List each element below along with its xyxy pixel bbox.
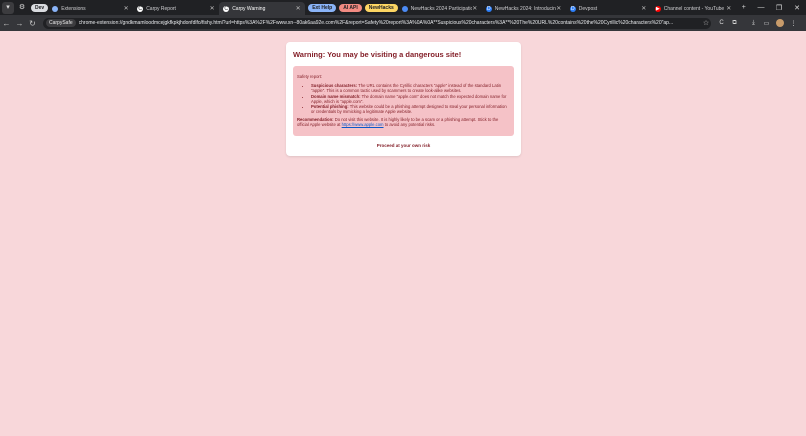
maximize-icon[interactable]: ❐	[770, 4, 788, 12]
profile-avatar[interactable]	[776, 19, 784, 27]
tab-extensions[interactable]: Extensions ✕	[48, 2, 133, 15]
carpy-extension-icon[interactable]: C	[715, 20, 728, 26]
reload-icon[interactable]: ↻	[26, 19, 39, 28]
tab-youtube-studio[interactable]: ▶ Channel content - YouTube Stu ✕	[651, 2, 736, 15]
close-icon[interactable]: ✕	[209, 5, 215, 12]
tab-group-ai-api[interactable]: AI API	[339, 3, 362, 12]
doc-icon	[401, 5, 408, 12]
url-text[interactable]: chrome-extension://gndkmamloodmcejgkfkpk…	[79, 20, 701, 26]
warning-title: Warning: You may be visiting a dangerous…	[293, 50, 462, 59]
warning-card: Warning: You may be visiting a dangerous…	[286, 42, 521, 156]
back-icon[interactable]: ←	[0, 19, 13, 28]
bookmark-star-icon[interactable]: ☆	[701, 19, 711, 27]
tab-search-icon[interactable]: ▾	[2, 1, 14, 14]
carpy-icon: C	[223, 5, 230, 12]
new-tab-button[interactable]: +	[738, 2, 750, 14]
close-icon[interactable]: ✕	[472, 5, 478, 12]
tab-group-ext-help[interactable]: Ext Help	[308, 3, 337, 12]
settings-icon[interactable]: ⚙	[16, 2, 28, 14]
youtube-icon: ▶	[654, 5, 661, 12]
address-bar[interactable]: CarpySafe chrome-extension://gndkmamlood…	[43, 17, 711, 29]
forward-icon[interactable]: →	[13, 19, 26, 28]
minimize-icon[interactable]: —	[752, 4, 770, 11]
extension-origin-chip[interactable]: CarpySafe	[46, 19, 76, 27]
tab-newhacks-participation[interactable]: NewHacks 2024 Participation ✕	[398, 2, 482, 15]
recommendation: Recommendation: Do not visit this websit…	[297, 117, 499, 127]
window-close-icon[interactable]: ✕	[788, 4, 806, 12]
tab-strip: ▾ ⚙ Dev Extensions ✕ C Carpy Report ✕ C …	[0, 0, 806, 15]
tab-devpost[interactable]: D Devpost ✕	[566, 2, 651, 15]
proceed-link[interactable]: Proceed at your own risk	[286, 143, 521, 148]
extensions-puzzle-icon[interactable]: ⧉	[728, 20, 741, 27]
close-icon[interactable]: ✕	[726, 5, 732, 12]
tab-carpy-report[interactable]: C Carpy Report ✕	[133, 2, 219, 15]
devpost-icon: D	[485, 5, 492, 12]
puzzle-icon	[52, 5, 59, 12]
download-icon[interactable]: ⤓	[747, 20, 760, 27]
list-item: Domain name mismatch: The domain name "a…	[311, 94, 510, 104]
tab-newhacks-introducing[interactable]: D NewHacks 2024: Introducing ✕	[482, 2, 566, 15]
close-icon[interactable]: ✕	[295, 5, 301, 12]
tab-carpy-warning[interactable]: C Carpy Warning ✕	[219, 2, 306, 15]
apple-official-link[interactable]: https://www.apple.com	[342, 122, 384, 127]
tab-group-newhacks[interactable]: NewHacks	[364, 3, 398, 12]
list-item: Suspicious characters: The URL contains …	[311, 83, 510, 93]
close-icon[interactable]: ✕	[641, 5, 647, 12]
list-item: Potential phishing: This website could b…	[311, 104, 510, 114]
browser-toolbar: ← → ↻ CarpySafe chrome-extension://gndkm…	[0, 15, 806, 31]
close-icon[interactable]: ✕	[123, 5, 129, 12]
safety-report-panel: Safety report: Suspicious characters: Th…	[293, 66, 514, 136]
close-icon[interactable]: ✕	[556, 5, 562, 12]
safety-report-label: Safety report:	[297, 74, 323, 79]
window-controls: — ❐ ✕	[752, 0, 806, 15]
devpost-icon: D	[569, 5, 576, 12]
carpy-icon: C	[137, 5, 144, 12]
tab-group-dev[interactable]: Dev	[31, 3, 49, 12]
kebab-menu-icon[interactable]: ⋮	[787, 20, 800, 27]
cast-icon[interactable]: ▭	[760, 20, 773, 27]
